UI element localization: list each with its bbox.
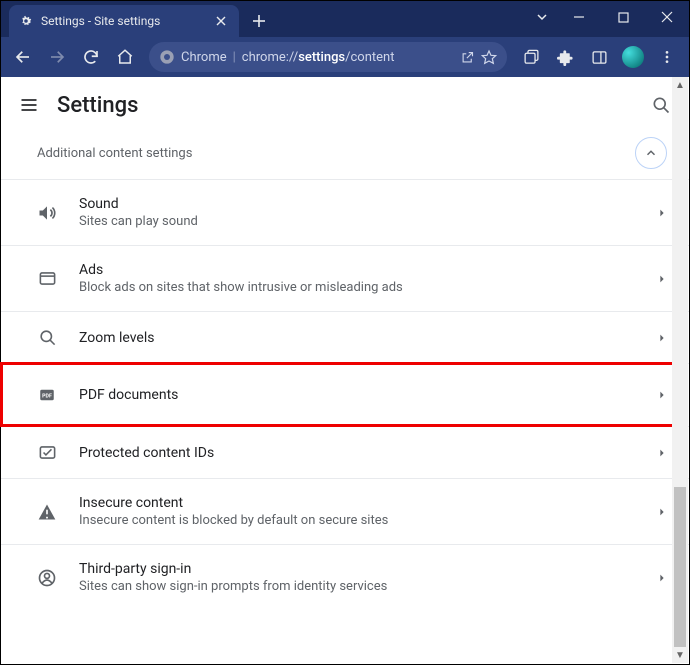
chrome-logo-icon bbox=[159, 49, 175, 65]
tab-title: Settings - Site settings bbox=[41, 14, 205, 28]
setting-name: Third-party sign-in bbox=[79, 561, 635, 577]
svg-text:PDF: PDF bbox=[42, 393, 52, 399]
setting-name: Zoom levels bbox=[79, 330, 154, 346]
settings-page: Settings Additional content settings Sou… bbox=[1, 77, 689, 664]
setting-name: Sound bbox=[79, 196, 635, 212]
profile-avatar[interactable] bbox=[617, 41, 649, 73]
forward-button[interactable] bbox=[41, 41, 73, 73]
setting-row-zoom[interactable]: Zoom levels bbox=[1, 311, 689, 363]
setting-row-ads[interactable]: Ads Block ads on sites that show intrusi… bbox=[1, 245, 689, 311]
zoom-icon bbox=[37, 328, 57, 347]
chevron-right-icon bbox=[657, 274, 667, 284]
chevron-right-icon bbox=[657, 390, 667, 400]
address-bar[interactable]: Chrome | chrome://settings/content bbox=[149, 42, 507, 72]
ads-icon bbox=[37, 269, 57, 288]
setting-row-thirdparty[interactable]: Third-party sign-in Sites can show sign-… bbox=[1, 544, 689, 610]
chrome-menu-button[interactable] bbox=[651, 41, 683, 73]
collapse-section-button[interactable] bbox=[635, 137, 667, 169]
tab-groups-icon[interactable] bbox=[515, 41, 547, 73]
bookmark-star-icon[interactable] bbox=[481, 49, 497, 65]
window-titlebar: Settings - Site settings bbox=[1, 1, 689, 37]
setting-name: Insecure content bbox=[79, 495, 635, 511]
chevron-right-icon bbox=[657, 333, 667, 343]
setting-name: PDF documents bbox=[79, 387, 178, 403]
back-button[interactable] bbox=[7, 41, 39, 73]
sound-icon bbox=[37, 203, 57, 223]
share-icon[interactable] bbox=[460, 50, 475, 65]
search-settings-button[interactable] bbox=[651, 95, 671, 115]
section-header-label: Additional content settings bbox=[37, 146, 635, 161]
setting-row-insecure[interactable]: Insecure content Insecure content is blo… bbox=[1, 478, 689, 544]
section-header-additional[interactable]: Additional content settings bbox=[1, 133, 689, 179]
page-title: Settings bbox=[57, 93, 633, 118]
tab-search-button[interactable] bbox=[527, 1, 557, 33]
gear-icon bbox=[19, 14, 33, 28]
warning-icon bbox=[37, 502, 57, 522]
omnibox-url: chrome://settings/content bbox=[242, 50, 454, 65]
setting-name: Protected content IDs bbox=[79, 445, 214, 461]
maximize-button[interactable] bbox=[601, 1, 645, 33]
protected-content-icon bbox=[37, 443, 57, 462]
setting-desc: Insecure content is blocked by default o… bbox=[79, 513, 635, 528]
browser-tab[interactable]: Settings - Site settings bbox=[9, 5, 239, 37]
home-button[interactable] bbox=[109, 41, 141, 73]
close-tab-button[interactable] bbox=[213, 13, 229, 29]
scrollbar[interactable]: ▲ ▼ bbox=[672, 77, 688, 663]
settings-content: Additional content settings Sound Sites … bbox=[1, 133, 689, 664]
side-panel-icon[interactable] bbox=[583, 41, 615, 73]
close-window-button[interactable] bbox=[645, 1, 689, 33]
setting-desc: Sites can show sign-in prompts from iden… bbox=[79, 579, 635, 594]
omnibox-host: Chrome bbox=[181, 50, 227, 65]
setting-row-pdf[interactable]: PDF PDF documents bbox=[1, 363, 689, 426]
minimize-button[interactable] bbox=[557, 1, 601, 33]
settings-appbar: Settings bbox=[1, 77, 689, 133]
setting-name: Ads bbox=[79, 262, 635, 278]
scroll-thumb[interactable] bbox=[674, 487, 686, 647]
scroll-down-arrow[interactable]: ▼ bbox=[672, 647, 688, 663]
scroll-up-arrow[interactable]: ▲ bbox=[672, 77, 688, 93]
setting-row-sound[interactable]: Sound Sites can play sound bbox=[1, 179, 689, 245]
menu-button[interactable] bbox=[19, 95, 39, 115]
chevron-right-icon bbox=[657, 448, 667, 458]
window-controls bbox=[527, 1, 689, 37]
setting-row-protected[interactable]: Protected content IDs bbox=[1, 426, 689, 478]
reload-button[interactable] bbox=[75, 41, 107, 73]
extensions-icon[interactable] bbox=[549, 41, 581, 73]
setting-desc: Block ads on sites that show intrusive o… bbox=[79, 280, 635, 295]
chevron-right-icon bbox=[657, 507, 667, 517]
new-tab-button[interactable] bbox=[245, 7, 273, 35]
setting-desc: Sites can play sound bbox=[79, 214, 635, 229]
person-icon bbox=[37, 568, 57, 588]
chevron-right-icon bbox=[657, 208, 667, 218]
omnibox-divider: | bbox=[233, 50, 236, 65]
browser-toolbar: Chrome | chrome://settings/content bbox=[1, 37, 689, 77]
pdf-icon: PDF bbox=[37, 386, 57, 404]
chevron-right-icon bbox=[657, 573, 667, 583]
